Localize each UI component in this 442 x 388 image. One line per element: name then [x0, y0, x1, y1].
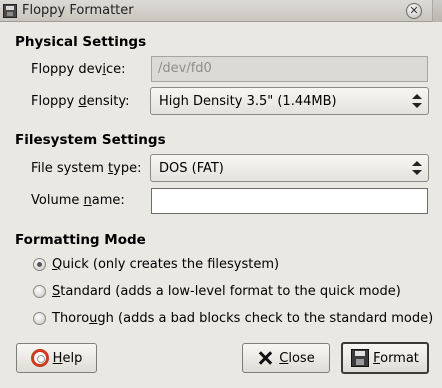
floppy-icon	[3, 4, 17, 18]
radio-standard-label: Standard (adds a low-level format to the…	[52, 284, 401, 299]
file-system-type-select[interactable]: DOS (FAT)	[150, 154, 429, 182]
format-button[interactable]: Format	[341, 342, 429, 374]
title-bar-edge	[432, 0, 442, 22]
radio-quick-label: Quick (only creates the filesystem)	[52, 257, 280, 272]
format-floppy-icon	[351, 349, 370, 367]
close-x-icon	[257, 349, 275, 367]
select-arrows-icon	[412, 161, 422, 177]
radio-thorough[interactable]: Thorough (adds a bad blocks check to the…	[33, 311, 433, 326]
floppy-density-label: Floppy density:	[31, 94, 130, 109]
close-button-label: Close	[279, 350, 315, 366]
volume-name-label: Volume name:	[31, 193, 125, 208]
floppy-density-value: High Density 3.5" (1.44MB)	[159, 94, 337, 109]
radio-thorough-label: Thorough (adds a bad blocks check to the…	[52, 311, 434, 326]
select-arrows-icon	[412, 94, 422, 110]
volume-name-input[interactable]	[151, 188, 428, 214]
radio-quick[interactable]: Quick (only creates the filesystem)	[33, 257, 279, 272]
format-button-label: Format	[373, 350, 419, 366]
file-system-type-label: File system type:	[31, 161, 142, 176]
help-button-label: Help	[52, 350, 83, 366]
window-close-button[interactable]: ✕	[406, 3, 422, 19]
formatting-mode-heading: Formatting Mode	[15, 232, 146, 248]
file-system-type-value: DOS (FAT)	[159, 161, 224, 176]
floppy-device-field: /dev/fd0	[151, 56, 428, 82]
radio-thorough-indicator[interactable]	[33, 312, 46, 325]
close-button[interactable]: Close	[242, 343, 330, 373]
radio-standard[interactable]: Standard (adds a low-level format to the…	[33, 284, 401, 299]
floppy-device-value: /dev/fd0	[158, 61, 212, 76]
help-button[interactable]: Help	[16, 343, 97, 373]
floppy-formatter-window: Floppy Formatter ✕ Physical Settings Flo…	[0, 0, 442, 388]
floppy-device-label: Floppy device:	[31, 62, 126, 77]
help-lifebuoy-icon	[30, 349, 49, 367]
physical-settings-heading: Physical Settings	[15, 34, 147, 50]
radio-quick-indicator[interactable]	[33, 258, 46, 271]
filesystem-settings-heading: Filesystem Settings	[15, 132, 166, 148]
window-title: Floppy Formatter	[22, 3, 134, 18]
floppy-density-select[interactable]: High Density 3.5" (1.44MB)	[150, 87, 429, 115]
title-bar: Floppy Formatter ✕	[0, 0, 442, 22]
radio-standard-indicator[interactable]	[33, 285, 46, 298]
